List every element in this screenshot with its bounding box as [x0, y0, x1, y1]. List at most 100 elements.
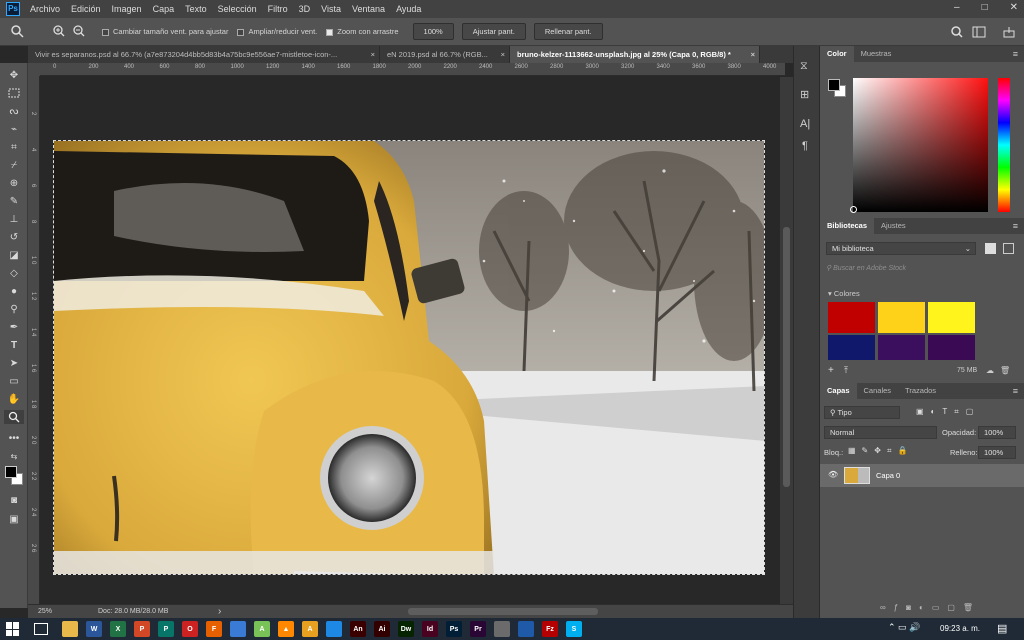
zoom-value-field[interactable]: 100%	[412, 23, 454, 40]
visibility-eye-icon[interactable]: 👁	[828, 470, 838, 479]
screen-mode-icon[interactable]: ▣	[4, 512, 24, 526]
zoom-all-checkbox[interactable]: Ampliar/reducir vent.	[237, 27, 317, 36]
hand-tool-icon[interactable]: ✋	[4, 392, 24, 406]
clock[interactable]: 09:23 a. m.	[940, 624, 980, 633]
tab-ajustes[interactable]: Ajustes	[874, 218, 913, 234]
menu-seleccion[interactable]: Selección	[218, 4, 257, 14]
tab-muestras[interactable]: Muestras	[854, 46, 899, 62]
taskbar-app-icon[interactable]: Ai	[374, 621, 390, 637]
taskbar-app-icon[interactable]: An	[350, 621, 366, 637]
taskbar-app-icon[interactable]: F	[206, 621, 222, 637]
opacity-field[interactable]: 100%	[978, 426, 1016, 439]
taskbar-app-icon[interactable]	[326, 621, 342, 637]
layers-footer-icons[interactable]: ∞ƒ◙◐▭▢🗑	[880, 603, 981, 612]
zoom-out-icon[interactable]	[72, 24, 86, 40]
zoom-in-icon[interactable]	[52, 24, 66, 40]
taskbar-app-icon[interactable]	[62, 621, 78, 637]
lasso-tool-icon[interactable]: ᔓ	[4, 104, 24, 118]
taskbar-app-icon[interactable]	[494, 621, 510, 637]
layers-menu-icon[interactable]: ≡	[1013, 386, 1018, 396]
maximize-button[interactable]: □	[982, 2, 988, 13]
marquee-tool-icon[interactable]	[4, 86, 24, 100]
tab-trazados[interactable]: Trazados	[898, 383, 943, 399]
tray-icons[interactable]: ⌃ ▭ 🔊	[888, 622, 920, 633]
paragraph-panel-icon[interactable]: ¶	[802, 140, 808, 152]
horizontal-ruler[interactable]: 0 200 400 600 800 1000 1200 1400 1600 1800 2000 220…	[40, 63, 785, 76]
fit-screen-button[interactable]: Ajustar pant.	[461, 23, 526, 40]
cloud-icon[interactable]: ☁	[986, 366, 994, 375]
libraries-panel-icon[interactable]: ⊞	[800, 88, 809, 101]
library-color-swatch[interactable]	[828, 335, 875, 360]
taskbar-app-icon[interactable]: ▲	[278, 621, 294, 637]
menu-archivo[interactable]: Archivo	[30, 4, 60, 14]
stock-search-field[interactable]: ⚲ Buscar en Adobe Stock	[826, 264, 1018, 276]
library-dropdown[interactable]: Mi biblioteca ⌄	[826, 242, 976, 255]
scrubby-zoom-checkbox[interactable]: Zoom con arrastre	[326, 27, 399, 36]
minimize-button[interactable]: –	[954, 2, 960, 13]
brush-tool-icon[interactable]: ✎	[4, 194, 24, 208]
vertical-scroll-thumb[interactable]	[783, 227, 790, 487]
trash-icon[interactable]: 🗑	[1000, 366, 1010, 375]
layer-filter-dropdown[interactable]: ⚲ Tipo	[824, 406, 900, 419]
paint-bucket-icon[interactable]: ◇	[4, 266, 24, 280]
workspace-icon[interactable]	[972, 26, 986, 40]
taskbar-app-icon[interactable]: Ps	[446, 621, 462, 637]
menu-ayuda[interactable]: Ayuda	[396, 4, 421, 14]
menu-capa[interactable]: Capa	[153, 4, 175, 14]
move-tool-icon[interactable]: ✥	[4, 68, 24, 82]
type-tool-icon[interactable]: T	[4, 338, 24, 352]
taskbar-app-icon[interactable]: S	[566, 621, 582, 637]
taskbar-app-icon[interactable]: P	[134, 621, 150, 637]
upload-icon[interactable]: ⤒	[844, 365, 848, 376]
path-selection-icon[interactable]: ➤	[4, 356, 24, 370]
tab-en-2019[interactable]: eN 2019.psd al 66.7% (RGB... ×	[380, 46, 510, 63]
blur-tool-icon[interactable]: ●	[4, 284, 24, 298]
zoom-tool-active-icon[interactable]	[4, 410, 24, 424]
windows-start-icon[interactable]	[6, 622, 20, 636]
quick-mask-icon[interactable]: ◙	[4, 493, 24, 507]
menu-imagen[interactable]: Imagen	[112, 4, 142, 14]
taskbar-app-icon[interactable]: O	[182, 621, 198, 637]
zoom-level-readout[interactable]: 25%	[38, 608, 98, 615]
eraser-icon[interactable]: ◪	[4, 248, 24, 262]
document-image-beetle-snow[interactable]	[53, 140, 765, 575]
close-window-button[interactable]: ✕	[1010, 2, 1018, 13]
fill-field[interactable]: 100%	[978, 446, 1016, 459]
color-panel-menu-icon[interactable]: ≡	[1013, 49, 1018, 59]
history-panel-icon[interactable]: ⧖	[800, 60, 808, 73]
foreground-color-swatch[interactable]	[5, 466, 17, 478]
colors-section-header[interactable]: ▾ Colores	[828, 289, 860, 298]
menu-filtro[interactable]: Filtro	[268, 4, 288, 14]
taskbar-app-icon[interactable]: Dw	[398, 621, 414, 637]
menu-vista[interactable]: Vista	[321, 4, 341, 14]
menu-edicion[interactable]: Edición	[71, 4, 101, 14]
tab-bibliotecas[interactable]: Bibliotecas	[820, 218, 875, 234]
library-color-swatch[interactable]	[828, 302, 875, 333]
task-view-icon[interactable]	[34, 623, 48, 635]
more-tools-icon[interactable]: •••	[4, 431, 24, 445]
quick-selection-icon[interactable]: ⌁	[4, 122, 24, 136]
add-library-item-icon[interactable]: +	[828, 365, 834, 376]
horizontal-scrollbar[interactable]	[408, 608, 598, 615]
menu-3d[interactable]: 3D	[299, 4, 311, 14]
taskbar-app-icon[interactable]: Id	[422, 621, 438, 637]
blend-mode-dropdown[interactable]: Normal	[824, 426, 937, 439]
vertical-scrollbar[interactable]	[780, 77, 793, 604]
resize-windows-checkbox[interactable]: Cambiar tamaño vent. para ajustar	[102, 27, 228, 36]
color-field[interactable]	[853, 78, 988, 212]
zoom-tool-icon[interactable]	[10, 24, 34, 40]
library-color-swatch[interactable]	[878, 302, 925, 333]
tab-vivir-es-separanos[interactable]: Vivir es separanos.psd al 66.7% (a7e8732…	[28, 46, 380, 63]
library-color-swatch[interactable]	[928, 335, 975, 360]
close-tab-icon[interactable]: ×	[501, 46, 505, 63]
character-panel-icon[interactable]: A|	[800, 118, 810, 130]
color-picker-marker[interactable]	[850, 206, 857, 213]
rectangle-tool-icon[interactable]: ▭	[4, 374, 24, 388]
dodge-tool-icon[interactable]: ⚲	[4, 302, 24, 316]
taskbar-app-icon[interactable]: X	[110, 621, 126, 637]
status-menu-arrow[interactable]: ›	[218, 606, 221, 617]
layer-name[interactable]: Capa 0	[876, 471, 900, 480]
layer-filter-icons[interactable]: ▣◐T⌗▢	[916, 407, 980, 417]
library-color-swatch[interactable]	[878, 335, 925, 360]
taskbar-app-icon[interactable]: W	[86, 621, 102, 637]
